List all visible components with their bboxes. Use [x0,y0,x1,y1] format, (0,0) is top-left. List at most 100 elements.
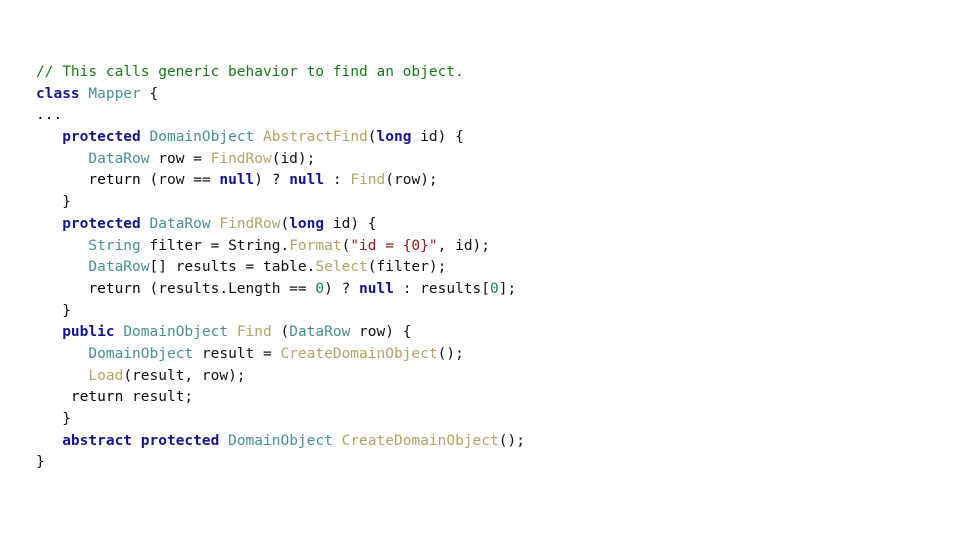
code-line: public DomainObject Find (DataRow row) { [36,322,525,344]
code-token-method: FindRow [219,215,281,232]
code-token-return_keyword: return [70,389,124,406]
code-token-plain: id [324,215,351,232]
code-token-plain: ) ? [324,280,360,297]
code-token-keyword: class [36,85,80,102]
code-token-punct: ( [280,215,290,232]
code-token-punct: } [36,454,45,471]
code-token-keyword: public [62,324,115,341]
code-token-type: DataRow [149,215,211,232]
code-token-plain: filter [376,259,429,276]
code-token-punct: ); [428,259,447,276]
code-token-punct: ( [385,172,394,189]
code-token-number: 0 [490,280,499,297]
code-line: } [36,192,525,214]
code-line: } [36,301,525,323]
code-token-type: DataRow [289,324,351,341]
code-token-method: Find [236,324,272,341]
code-token-plain: result; [123,389,194,406]
code-line: } [36,409,525,431]
code-line: return (row == null) ? null : Find(row); [36,170,525,192]
code-token-return_keyword: return [88,172,141,189]
code-token-plain: row [393,172,421,189]
code-token-method: CreateDomainObject [280,345,438,362]
code-token-keyword: long [289,215,325,232]
code-line: ... [36,105,525,127]
code-token-keyword: protected [62,129,141,146]
code-listing[interactable]: // This calls generic behavior to find a… [36,62,525,474]
code-token-punct: ( [123,367,133,384]
code-token-punct: ) { [385,324,412,341]
code-token-type: DomainObject [88,345,194,362]
code-line: class Mapper { [36,84,525,106]
code-token-plain: result, row [132,367,229,384]
code-token-plain: ... [36,107,63,124]
code-token-keyword: protected [140,432,220,449]
code-token-method: Find [350,172,386,189]
code-token-plain: row [350,324,386,341]
code-line: String filter = String.Format("id = {0}"… [36,236,525,258]
code-token-plain: ) ? [254,172,290,189]
code-token-type: DomainObject [123,324,229,341]
code-token-punct: } [36,411,71,427]
code-token-return_keyword: return [88,280,141,297]
code-line: return (results.Length == 0) ? null : re… [36,279,525,301]
code-token-plain: (row == [140,172,220,189]
code-token-keyword: long [376,129,412,146]
code-token-punct: ( [341,237,351,254]
code-token-type: DataRow [88,259,150,276]
code-token-punct: (); [498,432,525,449]
code-line: protected DomainObject AbstractFind(long… [36,127,525,149]
code-token-type: DomainObject [149,129,255,146]
code-token-comment: // This calls generic behavior to find a… [36,64,464,80]
code-token-plain: filter = String. [140,237,290,254]
code-token-type: DataRow [88,150,150,167]
code-line: abstract protected DomainObject CreateDo… [36,431,525,453]
code-token-punct: ( [367,259,377,276]
code-token-type: String [88,237,141,254]
code-token-method: Format [289,237,342,254]
code-token-string: "id = {0}" [350,237,438,254]
code-token-method: Select [315,259,368,276]
code-token-keyword: null [219,172,255,189]
code-token-plain: result = [193,345,281,362]
code-token-punct: ( [271,324,290,341]
code-token-plain: , id); [437,237,491,254]
code-token-plain: id [411,129,438,146]
code-token-punct: ) { [350,215,377,232]
code-token-method: CreateDomainObject [341,432,499,449]
code-token-keyword: abstract [62,432,133,449]
code-token-plain: (results.Length == [140,280,316,297]
code-token-plain: : [324,172,351,189]
code-token-type: Mapper [88,85,141,102]
code-line: } [36,452,525,474]
code-line: DomainObject result = CreateDomainObject… [36,344,525,366]
code-token-plain: [] results = table. [149,259,316,276]
code-token-keyword: protected [62,215,141,232]
code-line: DataRow row = FindRow(id); [36,149,525,171]
code-line: protected DataRow FindRow(long id) { [36,214,525,236]
code-token-method: FindRow [210,150,272,167]
code-token-keyword: null [359,280,394,297]
code-token-punct: } [36,302,71,319]
code-token-punct: (); [437,345,464,362]
code-token-method: Load [88,367,124,384]
code-token-plain: id [280,150,298,167]
code-line: Load(result, row); [36,366,525,388]
code-token-punct: ); [228,367,246,384]
